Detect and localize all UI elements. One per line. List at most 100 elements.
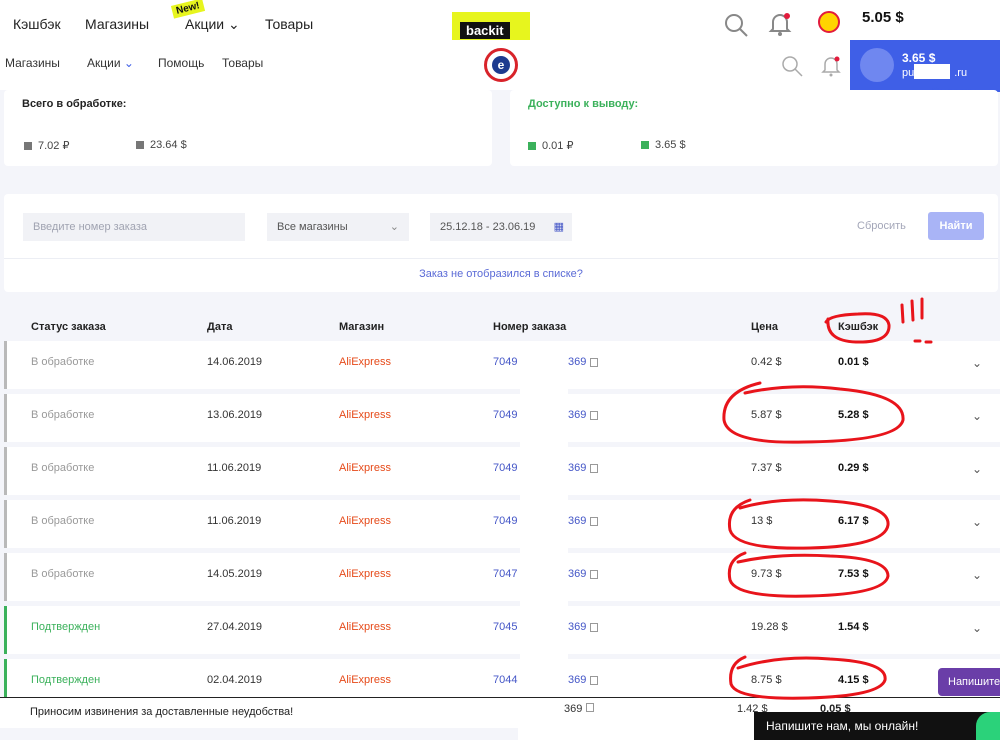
square-icon: [528, 142, 536, 151]
copy-icon[interactable]: [590, 622, 599, 632]
nav-shops[interactable]: Магазины: [85, 16, 149, 32]
row-status: Подтвержден: [31, 621, 101, 633]
nav2-shops[interactable]: Магазины: [5, 56, 60, 70]
shop-select[interactable]: Все магазины ⌄: [267, 213, 409, 241]
row-order-end[interactable]: 369: [568, 409, 599, 421]
chevron-down-icon[interactable]: ⌄: [972, 356, 982, 370]
row-price: 7.37 $: [751, 462, 782, 474]
order-end-value: 369: [568, 409, 587, 421]
smile-icon: [818, 11, 840, 33]
row-price: 19.28 $: [751, 621, 788, 633]
epn-logo[interactable]: e: [484, 48, 518, 82]
top-balance[interactable]: 5.05 $: [862, 9, 904, 26]
chevron-down-icon: ⌄: [389, 221, 399, 233]
header-price: Цена: [751, 321, 779, 333]
table-row[interactable]: Подтвержден 02.04.2019 AliExpress 7044 3…: [4, 659, 1000, 697]
row-order-end[interactable]: 369: [568, 674, 599, 686]
apology-message: Приносим извинения за доставленные неудо…: [0, 698, 518, 728]
nav2-promo[interactable]: Акции ⌄: [87, 56, 134, 70]
backit-logo[interactable]: backit: [452, 12, 530, 40]
date-range-input[interactable]: 25.12.18 - 23.06.19 ▦: [430, 213, 572, 241]
table-row[interactable]: В обработке 11.06.2019 AliExpress 7049 3…: [4, 500, 1000, 548]
filter-panel: Введите номер заказа Все магазины ⌄ 25.12…: [4, 194, 998, 292]
row-order-start[interactable]: 7049: [493, 356, 517, 368]
row-order-start[interactable]: 7047: [493, 568, 517, 580]
row-date: 11.06.2019: [207, 515, 262, 527]
available-title: Доступно к выводу:: [528, 98, 639, 110]
nav2-goods[interactable]: Товары: [222, 56, 263, 70]
row-shop: AliExpress: [339, 462, 391, 474]
row-order-end[interactable]: 369: [568, 621, 599, 633]
row-cashback: 1.54 $: [838, 621, 869, 633]
last-row-order[interactable]: 369: [564, 703, 595, 715]
bell-icon[interactable]: [767, 10, 793, 38]
table-row[interactable]: В обработке 11.06.2019 AliExpress 7049 3…: [4, 447, 1000, 495]
nav-goods[interactable]: Товары: [265, 16, 313, 32]
chat-tab[interactable]: Напишите: [938, 668, 1000, 696]
row-order-end[interactable]: 369: [568, 515, 599, 527]
table-row[interactable]: В обработке 13.06.2019 AliExpress 7049 3…: [4, 394, 1000, 442]
search-icon[interactable]: [723, 12, 749, 38]
chat-icon[interactable]: [976, 712, 1000, 740]
processing-title: Всего в обработке:: [22, 98, 127, 110]
chevron-down-icon[interactable]: ⌄: [972, 515, 982, 529]
table-row[interactable]: В обработке 14.06.2019 AliExpress 7049 3…: [4, 341, 1000, 389]
shop-select-value: Все магазины: [277, 221, 348, 233]
nav2-help[interactable]: Помощь: [158, 56, 204, 70]
order-end-value: 369: [568, 356, 587, 368]
status-bar: [4, 500, 7, 548]
chevron-down-icon[interactable]: ⌄: [972, 621, 982, 635]
row-price: 5.87 $: [751, 409, 782, 421]
row-order-end[interactable]: 369: [568, 356, 599, 368]
row-shop: AliExpress: [339, 356, 391, 368]
bell-icon[interactable]: [820, 54, 842, 78]
row-order-start[interactable]: 7045: [493, 621, 517, 633]
nav-cashback[interactable]: Кэшбэк: [13, 16, 61, 32]
available-card: Доступно к выводу: 0.01 ₽ 3.65 $: [510, 90, 998, 166]
row-order-start[interactable]: 7049: [493, 409, 517, 421]
row-cashback: 6.17 $: [838, 515, 869, 527]
email-start: pu: [902, 67, 915, 79]
order-number-input[interactable]: Введите номер заказа: [23, 213, 245, 241]
square-icon: [24, 142, 32, 151]
chevron-down-icon[interactable]: ⌄: [972, 409, 982, 423]
row-status: В обработке: [31, 409, 95, 421]
nav-promo[interactable]: Акции ⌄: [185, 16, 240, 33]
copy-icon[interactable]: [586, 703, 595, 712]
nav-promo-label: Акции: [185, 16, 225, 32]
row-status: Подтвержден: [31, 674, 101, 686]
chevron-down-icon: ⌄: [228, 16, 240, 32]
copy-icon[interactable]: [590, 357, 599, 367]
row-status: В обработке: [31, 515, 95, 527]
copy-icon[interactable]: [590, 675, 599, 685]
calendar-icon: ▦: [553, 221, 564, 233]
copy-icon[interactable]: [590, 516, 599, 526]
row-cashback: 0.01 $: [838, 356, 869, 368]
search-icon[interactable]: [780, 54, 804, 78]
account-panel[interactable]: 3.65 $ pu .ru: [850, 40, 1000, 92]
row-shop: AliExpress: [339, 568, 391, 580]
table-row[interactable]: Подтвержден 27.04.2019 AliExpress 7045 3…: [4, 606, 1000, 654]
find-button[interactable]: Найти: [928, 212, 984, 240]
copy-icon[interactable]: [590, 410, 599, 420]
reset-button[interactable]: Сбросить: [857, 220, 906, 232]
row-order-end[interactable]: 369: [568, 568, 599, 580]
divider: [4, 258, 998, 259]
row-order-end[interactable]: 369: [568, 462, 599, 474]
row-order-start[interactable]: 7049: [493, 462, 517, 474]
status-bar: [4, 553, 7, 601]
copy-icon[interactable]: [590, 569, 599, 579]
chevron-down-icon: ⌄: [123, 56, 134, 70]
row-price: 8.75 $: [751, 674, 782, 686]
row-date: 02.04.2019: [207, 674, 263, 686]
chevron-down-icon[interactable]: ⌄: [972, 462, 982, 476]
chevron-down-icon[interactable]: ⌄: [972, 568, 982, 582]
row-status: В обработке: [31, 568, 95, 580]
row-order-start[interactable]: 7049: [493, 515, 517, 527]
row-order-start[interactable]: 7044: [493, 674, 517, 686]
order-end-value: 369: [568, 674, 587, 686]
copy-icon[interactable]: [590, 463, 599, 473]
missing-order-link[interactable]: Заказ не отобразился в списке?: [4, 268, 998, 280]
chat-bar[interactable]: Напишите нам, мы онлайн!: [754, 712, 1000, 740]
table-row[interactable]: В обработке 14.05.2019 AliExpress 7047 3…: [4, 553, 1000, 601]
